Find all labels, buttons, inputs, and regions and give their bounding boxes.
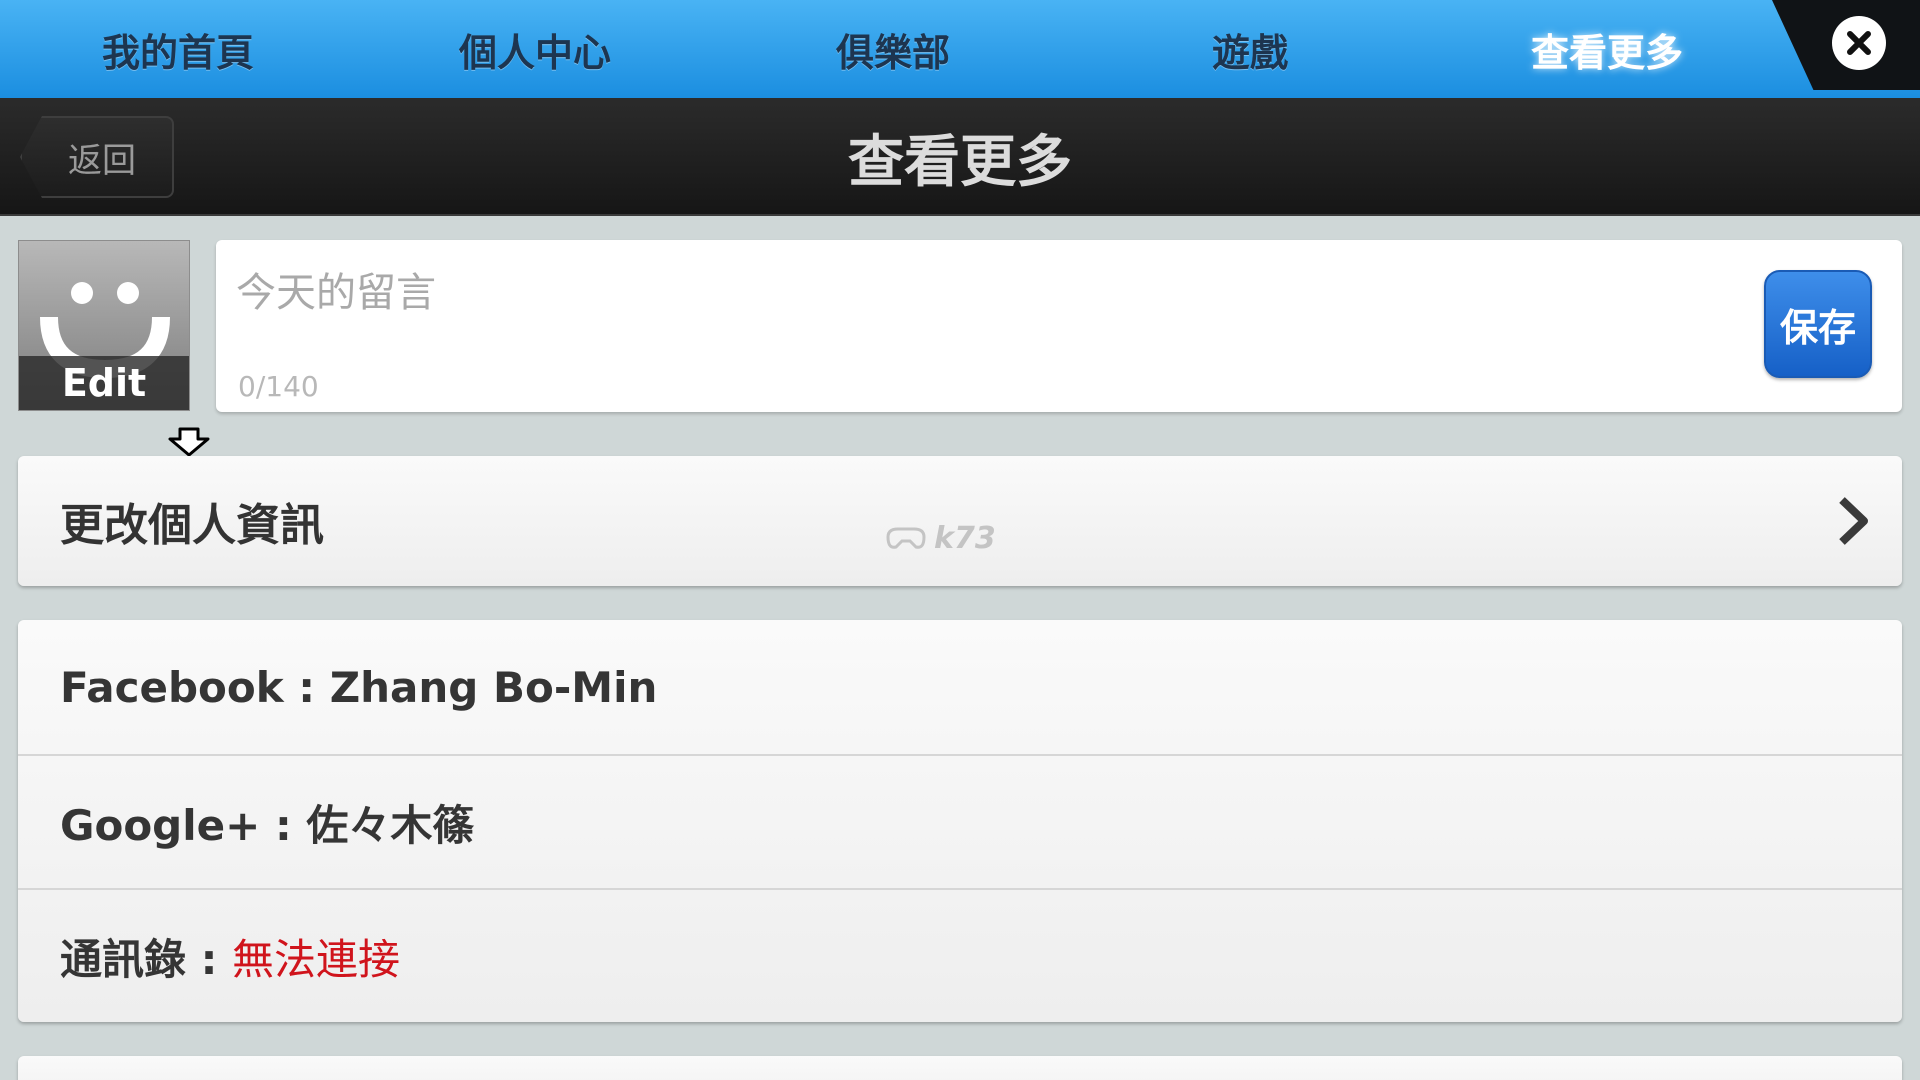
close-icon [1847, 31, 1871, 55]
edit-profile-label: 更改個人資訊 [60, 500, 324, 551]
message-input[interactable] [236, 258, 1736, 328]
message-box: 0/140 保存 [216, 240, 1902, 412]
next-card [18, 1056, 1902, 1080]
close-button[interactable] [1832, 16, 1886, 70]
facebook-row[interactable]: Facebook : Zhang Bo-Min [18, 620, 1902, 754]
tab-my-home[interactable]: 我的首頁 [28, 0, 328, 98]
char-count: 0/140 [238, 370, 319, 403]
gamepad-icon [886, 527, 926, 549]
save-button[interactable]: 保存 [1764, 270, 1872, 378]
contacts-label: 通訊錄 : [60, 934, 233, 984]
chevron-right-icon [1839, 497, 1868, 545]
tab-personal-center[interactable]: 個人中心 [385, 0, 685, 98]
top-tab-bar: 我的首頁 個人中心 俱樂部 遊戲 查看更多 [0, 0, 1920, 98]
watermark-text: k73 [934, 520, 996, 556]
avatar-edit-label[interactable]: Edit [19, 356, 189, 410]
tab-club[interactable]: 俱樂部 [743, 0, 1043, 98]
contacts-row[interactable]: 通訊錄 : 無法連接 [18, 888, 1902, 1022]
google-plus-row[interactable]: Google+ : 佐々木篠 [18, 754, 1902, 888]
avatar[interactable]: Edit [18, 240, 190, 411]
google-plus-account-text: Google+ : 佐々木篠 [60, 800, 475, 850]
tab-see-more[interactable]: 查看更多 [1457, 0, 1757, 98]
facebook-account-text: Facebook : Zhang Bo-Min [60, 662, 658, 712]
page-title: 查看更多 [848, 129, 1072, 195]
arrow-down-icon [168, 427, 210, 457]
accounts-card: Facebook : Zhang Bo-Min Google+ : 佐々木篠 通… [18, 620, 1902, 1022]
contacts-status: 無法連接 [232, 934, 401, 984]
watermark: k73 [882, 516, 1042, 560]
tab-games[interactable]: 遊戲 [1100, 0, 1400, 98]
